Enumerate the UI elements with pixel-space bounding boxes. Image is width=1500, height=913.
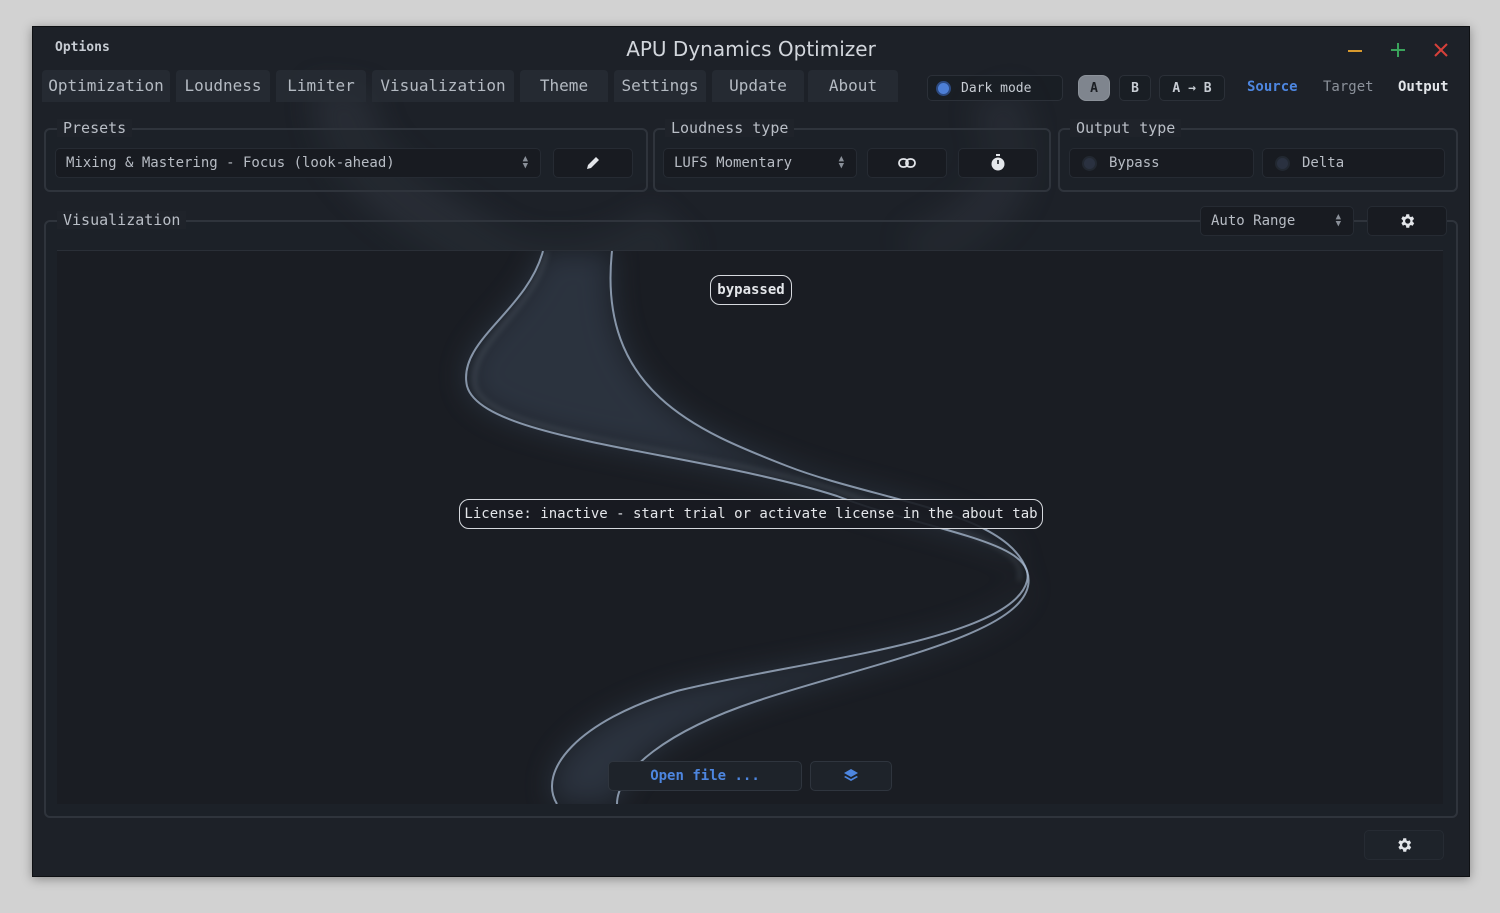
preset-b-button[interactable]: B [1119, 75, 1151, 101]
tab-about[interactable]: About [808, 70, 898, 102]
visualization-settings-button[interactable] [1367, 206, 1447, 236]
select-arrows-icon: ▲ ▼ [522, 154, 528, 171]
stopwatch-icon [991, 154, 1005, 171]
output-link[interactable]: Output [1398, 79, 1449, 95]
presets-label: Presets [57, 119, 133, 137]
loudness-type-label: Loudness type [665, 119, 795, 137]
layers-icon [844, 769, 858, 781]
minimize-button[interactable] [1340, 35, 1370, 65]
pencil-icon [587, 157, 599, 169]
tab-theme[interactable]: Theme [520, 70, 608, 102]
visualization-label: Visualization [57, 211, 187, 229]
tab-loudness[interactable]: Loudness [176, 70, 270, 102]
loudness-type-value: LUFS Momentary [674, 155, 793, 171]
link-icon [898, 158, 916, 168]
select-arrows-icon: ▲ ▼ [1335, 212, 1341, 229]
delta-label: Delta [1302, 155, 1345, 171]
window-title: APU Dynamics Optimizer [626, 37, 876, 61]
gear-icon [1401, 214, 1415, 228]
layers-button[interactable] [810, 761, 892, 791]
license-status-message: License: inactive - start trial or activ… [459, 499, 1043, 529]
copy-a-to-b-button[interactable]: A → B [1159, 75, 1225, 101]
preset-select-value: Mixing & Mastering - Focus (look-ahead) [66, 155, 395, 171]
tab-settings[interactable]: Settings [614, 70, 706, 102]
minimize-icon [1348, 50, 1362, 52]
open-file-button[interactable]: Open file ... [608, 761, 802, 791]
dark-mode-label: Dark mode [961, 80, 1032, 96]
footer-settings-button[interactable] [1364, 830, 1444, 860]
output-bypass-option[interactable]: Bypass [1069, 148, 1254, 178]
loudness-type-select[interactable]: LUFS Momentary ▲ ▼ [663, 148, 857, 178]
tab-update[interactable]: Update [712, 70, 804, 102]
dark-mode-toggle[interactable]: Dark mode [927, 75, 1063, 101]
preset-a-button[interactable]: A [1078, 75, 1110, 101]
plus-icon [1391, 43, 1405, 57]
gear-icon [1398, 838, 1412, 852]
delta-radio [1277, 157, 1288, 169]
tab-visualization[interactable]: Visualization [372, 70, 514, 102]
timer-button[interactable] [958, 148, 1038, 178]
bypassed-badge: bypassed [710, 275, 792, 305]
maximize-button[interactable] [1383, 35, 1413, 65]
select-arrows-icon: ▲ ▼ [838, 154, 844, 171]
app-window: Options APU Dynamics Optimizer Optimizat… [32, 26, 1470, 877]
range-select-value: Auto Range [1211, 213, 1296, 229]
output-type-label: Output type [1070, 119, 1182, 137]
output-delta-option[interactable]: Delta [1262, 148, 1445, 178]
bypass-label: Bypass [1109, 155, 1160, 171]
dark-mode-radio [938, 82, 949, 94]
close-button[interactable] [1426, 35, 1456, 65]
bypass-radio [1084, 157, 1095, 169]
source-link[interactable]: Source [1247, 79, 1298, 95]
close-icon [1434, 43, 1448, 57]
tab-optimization[interactable]: Optimization [42, 70, 170, 102]
range-select[interactable]: Auto Range ▲ ▼ [1200, 206, 1354, 236]
options-menu[interactable]: Options [55, 40, 110, 55]
target-link[interactable]: Target [1323, 79, 1374, 95]
preset-select[interactable]: Mixing & Mastering - Focus (look-ahead) … [55, 148, 541, 178]
edit-preset-button[interactable] [553, 148, 633, 178]
tab-limiter[interactable]: Limiter [276, 70, 366, 102]
link-button[interactable] [867, 148, 947, 178]
